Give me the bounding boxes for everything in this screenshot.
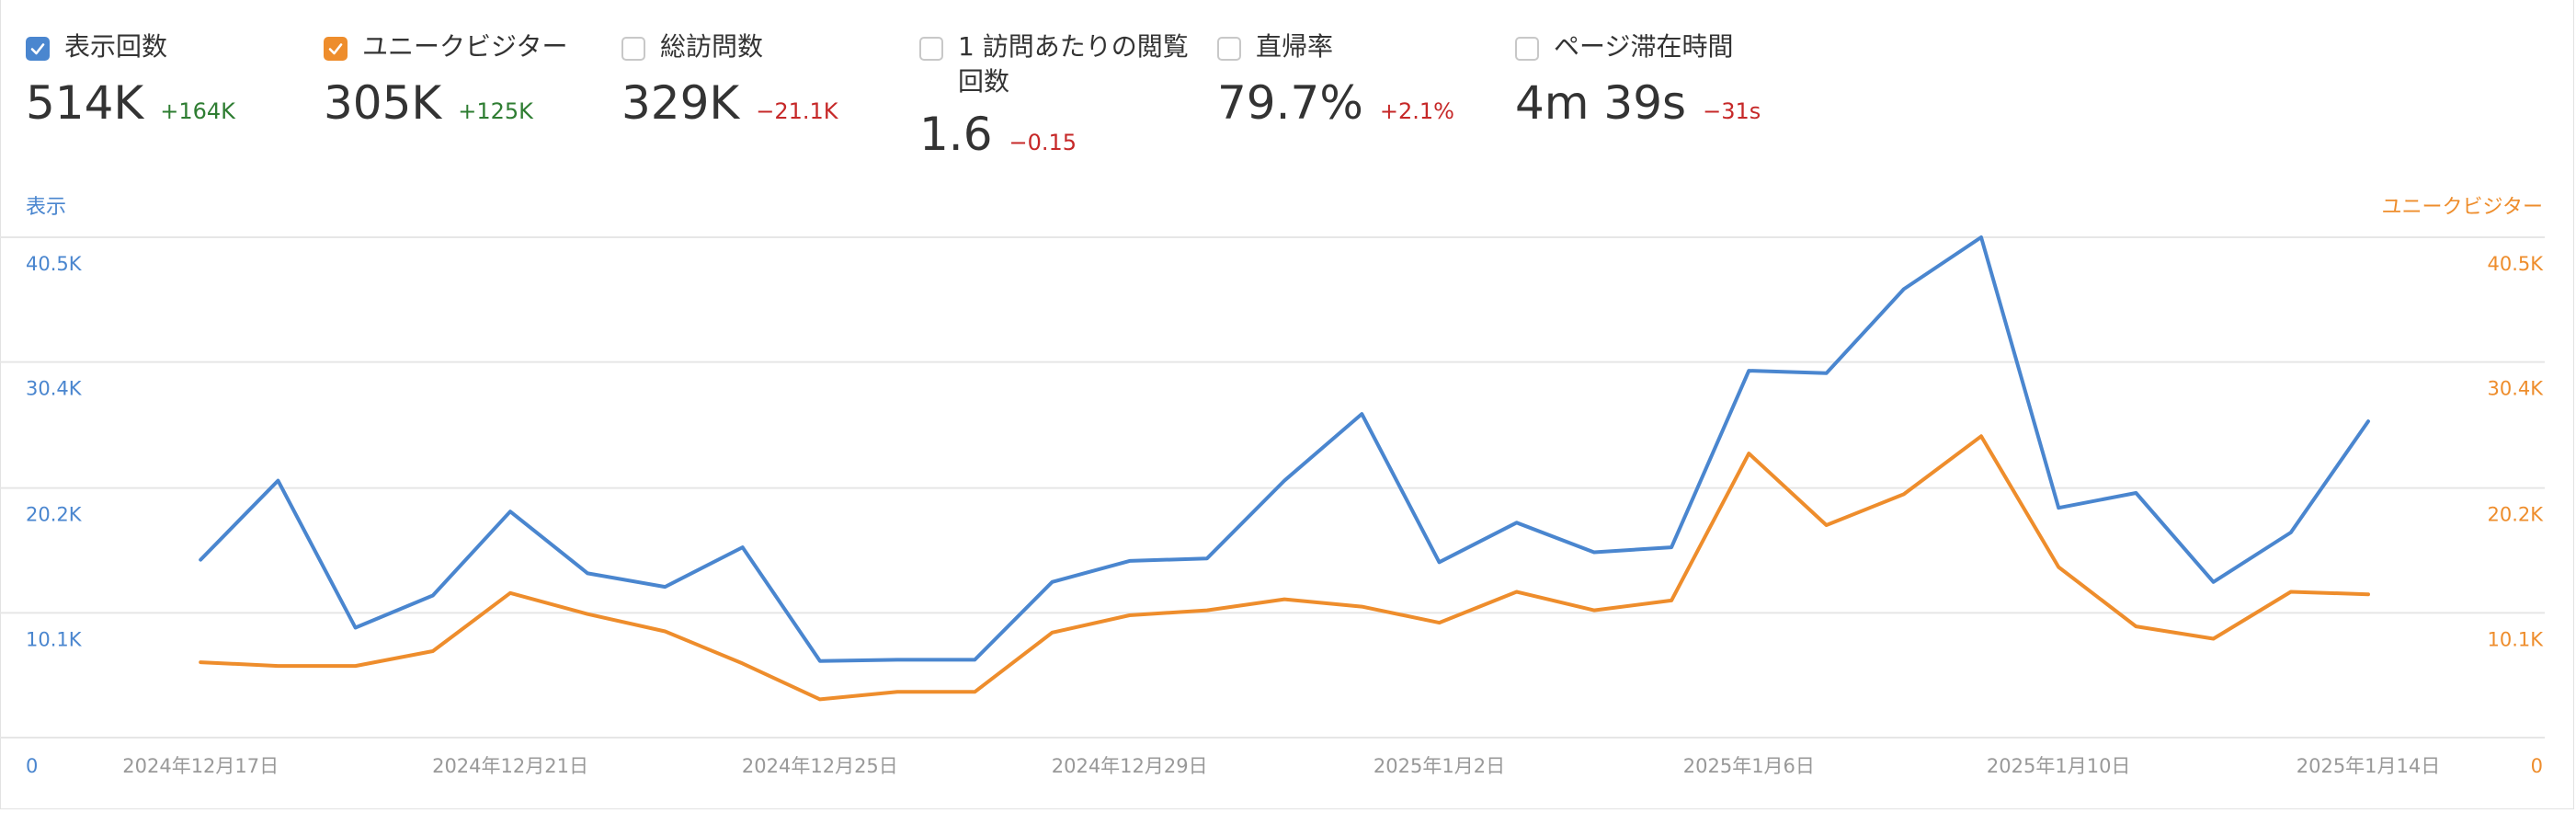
x-tick-label: 2024年12月29日 xyxy=(1052,755,1208,777)
x-tick-label: 2025年1月6日 xyxy=(1683,755,1815,777)
x-tick-label: 2025年1月14日 xyxy=(2297,755,2441,777)
right-axis-title: ユニークビジター xyxy=(2381,196,2543,219)
y-tick-left: 40.5K xyxy=(26,253,83,275)
y-tick-right: 10.1K xyxy=(2487,628,2544,650)
x-tick-label: 2025年1月10日 xyxy=(1987,755,2131,777)
x-tick-label: 2024年12月25日 xyxy=(742,755,898,777)
line-chart: 10.1K 20.2K 30.4K 40.5K 0 10.1K 20.2K 30.4K 40.… xyxy=(0,196,2545,777)
y-tick-left: 30.4K xyxy=(26,378,83,400)
x-tick-label: 2024年12月21日 xyxy=(432,755,588,777)
series-line xyxy=(199,434,2370,702)
y-tick-left: 10.1K xyxy=(26,628,83,650)
y-tick-left: 0 xyxy=(26,755,38,777)
y-tick-right: 30.4K xyxy=(2487,378,2544,400)
left-axis-title: 表示 xyxy=(26,196,66,219)
x-tick-label: 2024年12月17日 xyxy=(122,755,279,777)
x-tick-label: 2025年1月2日 xyxy=(1373,755,1505,777)
y-tick-right: 0 xyxy=(2531,755,2543,777)
y-tick-left: 20.2K xyxy=(26,504,83,526)
y-tick-right: 40.5K xyxy=(2487,253,2544,275)
y-tick-right: 20.2K xyxy=(2487,504,2544,526)
